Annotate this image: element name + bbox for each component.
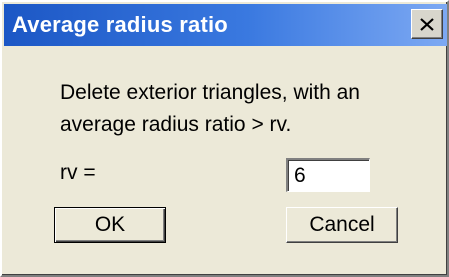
rv-label: rv = [60, 161, 96, 184]
rv-input[interactable] [286, 158, 370, 192]
cancel-button[interactable]: Cancel [286, 207, 398, 243]
close-icon [420, 17, 434, 31]
average-radius-ratio-dialog: Average radius ratio Delete exterior tri… [0, 0, 449, 277]
window-title: Average radius ratio [12, 12, 228, 37]
ok-button[interactable]: OK [54, 207, 166, 243]
message-line-1: Delete exterior triangles, with an [60, 81, 360, 104]
title-bar[interactable]: Average radius ratio [4, 4, 447, 46]
message-line-2: average radius ratio > rv. [60, 113, 292, 136]
message-text: Delete exterior triangles, with an avera… [60, 77, 420, 141]
close-button[interactable] [411, 9, 443, 39]
